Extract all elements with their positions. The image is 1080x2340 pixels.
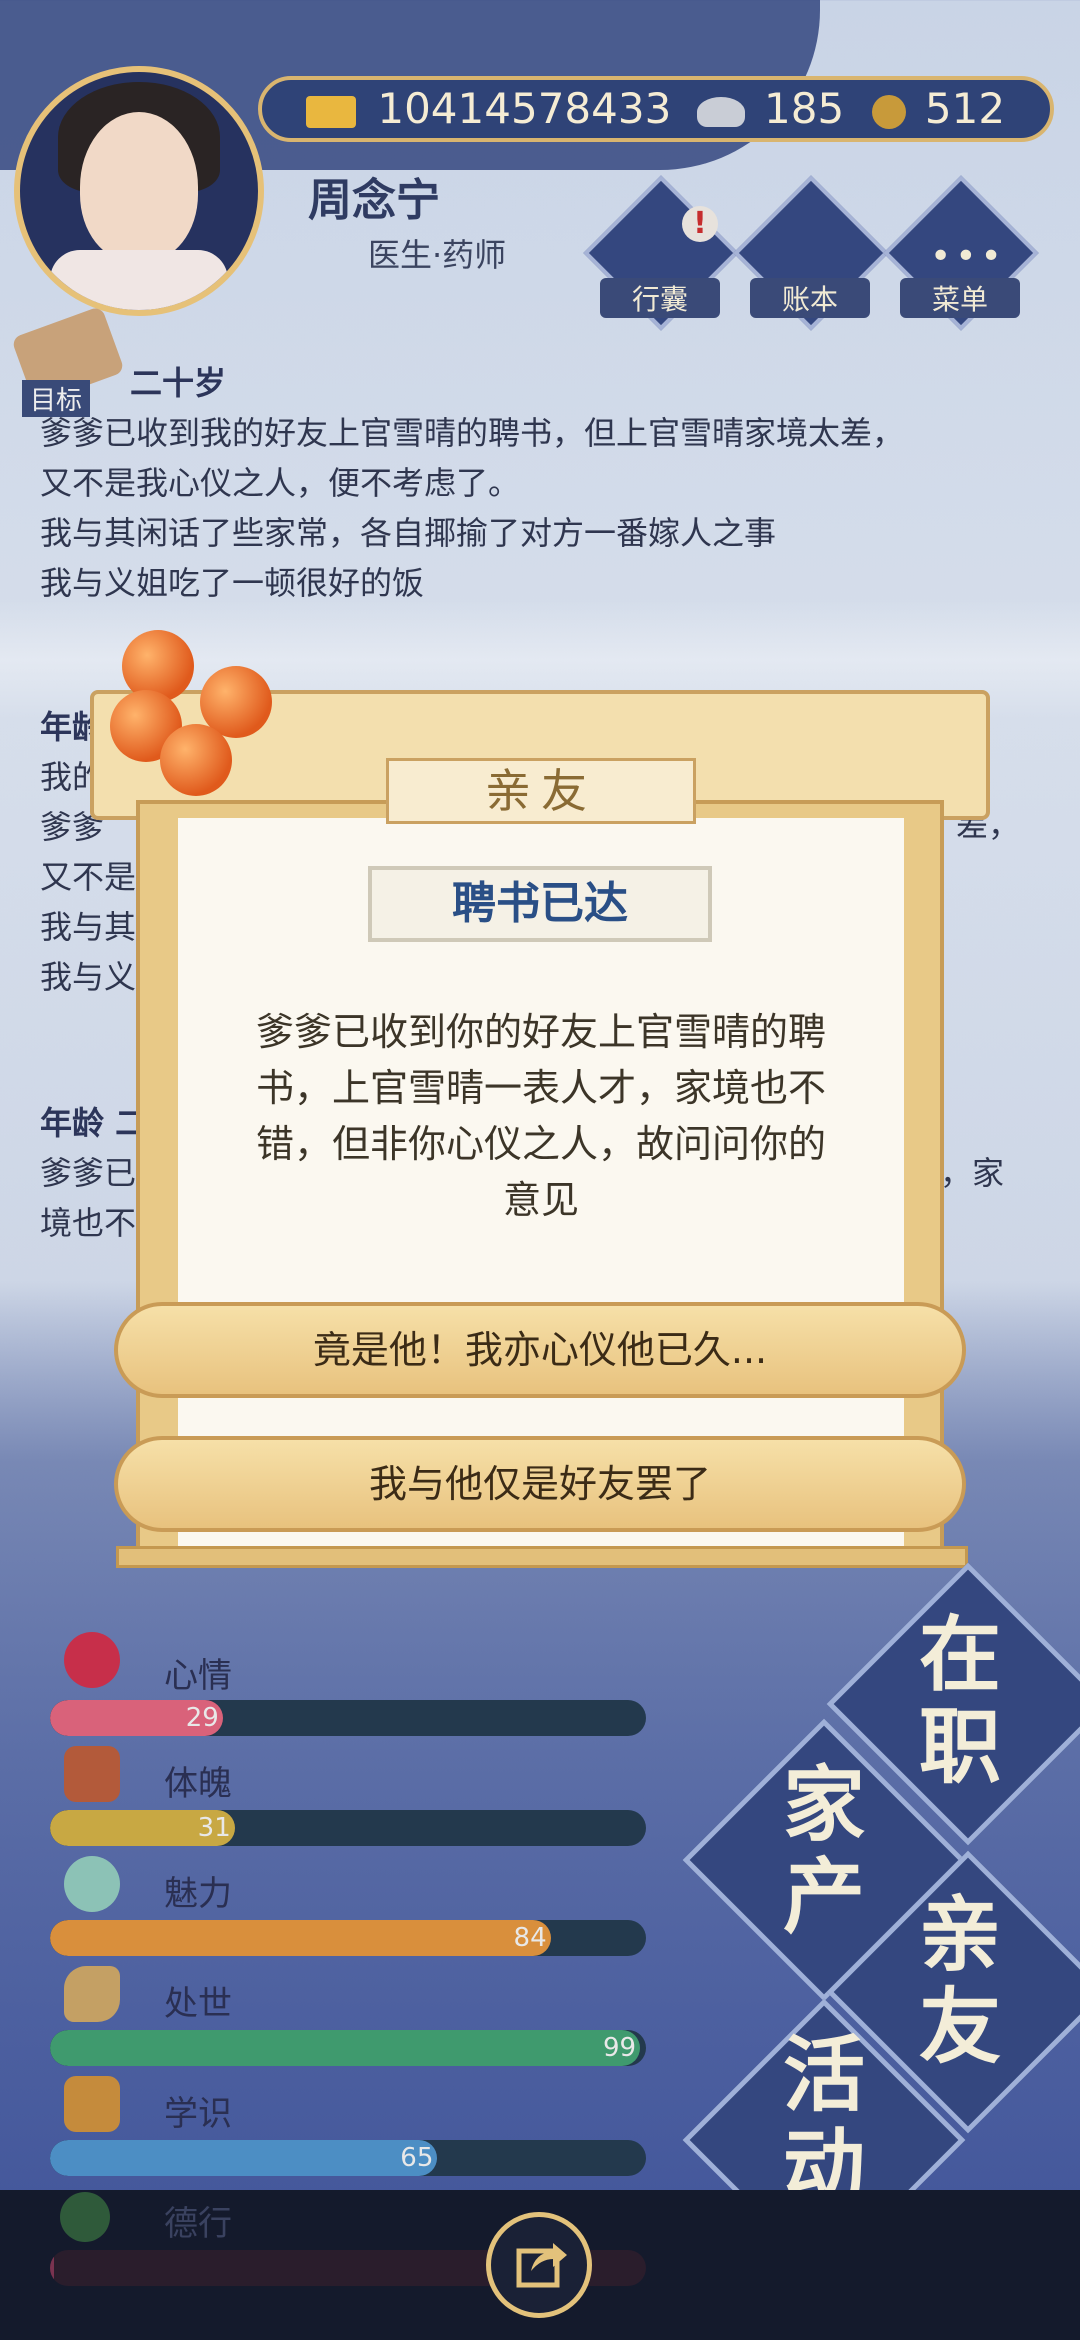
stat-bar-mood: 29 [50,1700,646,1736]
stat-fill-physique: 31 [50,1810,235,1846]
log-line: 爹爹已 [40,1154,137,1192]
coin-amount: 512 [924,84,1006,133]
bag-label: 行囊 [600,278,720,318]
log-entry-3: 年龄 二 爹爹已 境也不 [40,1098,147,1248]
stat-bar-worldly: 99 [50,2030,646,2066]
more-dots-icon: ••• [930,236,1006,277]
stat-fill-knowledge: 65 [50,2140,438,2176]
stat-bar-physique: 31 [50,1810,646,1846]
avatar-body [50,250,228,310]
popup-bottom-rod [116,1546,968,1568]
share-button[interactable] [486,2212,592,2318]
coin-icon [871,94,906,129]
stat-fill-charm: 84 [50,1920,551,1956]
popup-title: 聘书已达 [368,866,712,942]
popup-tab-label: 亲友 [386,758,696,824]
log-line: 爹爹已收到我的好友上官雪晴的聘书，但上官雪晴家境太差， [40,414,905,452]
stat-label-mood: 心情 [164,1656,232,1696]
log-line: ，家 [940,1154,1005,1192]
silver-amount: 185 [764,84,845,133]
log-entry-1: 二十岁 爹爹已收到我的好友上官雪晴的聘书，但上官雪晴家境太差， 又不是我心仪之人… [40,358,904,608]
stat-label-physique: 体魄 [164,1764,232,1804]
section-job-label: 在职 [918,1608,1001,1795]
log-line: 我与义 [40,958,137,996]
log-line: 我与其闲话了些家常，各自揶揄了对方一番嫁人之事 [40,514,777,552]
section-property-label: 家产 [782,1758,865,1945]
flower-icon [64,1632,120,1688]
popup-message-line: 错，但非你心仪之人，故问问你的 [255,1122,826,1166]
choice-decline-button[interactable]: 我与他仅是好友罢了 [114,1436,966,1532]
log-line: 境也不 [40,1204,137,1242]
section-activity-label: 活动 [782,2028,865,2215]
section-friends-label: 亲友 [918,1888,1001,2075]
stat-label-charm: 魅力 [164,1874,232,1914]
stat-bar-knowledge: 65 [50,2140,646,2176]
alert-badge-icon: ! [682,206,718,242]
silver-ingot-icon [696,96,745,127]
avatar-face [80,112,198,262]
virtue-icon [60,2192,110,2242]
log-line: 我与其 [40,908,137,946]
popup-message-line: 书，上官雪晴一表人才，家境也不 [255,1066,826,1110]
stat-label-knowledge: 学识 [164,2094,232,2134]
log-line: 又不是我心仪之人，便不考虑了。 [40,464,521,502]
stat-bar-charm: 84 [50,1920,646,1956]
fan-icon [64,1966,120,2022]
gold-amount: 10414578433 [377,84,672,133]
log-age: 年龄 二 [40,1104,148,1142]
stamina-icon [64,1746,120,1802]
popup-message-line: 意见 [502,1178,579,1222]
resource-bar: 10414578433 185 512 [258,76,1054,142]
player-name: 周念宁 [308,175,440,226]
player-title: 医生·药师 [368,236,507,274]
popup-message: 爹爹已收到你的好友上官雪晴的聘 书，上官雪晴一表人才，家境也不 错，但非你心仪之… [198,1004,884,1228]
stat-label-worldly: 处世 [164,1984,232,2024]
ledger-label: 账本 [750,278,870,318]
player-avatar[interactable] [14,66,264,316]
mirror-icon [64,1856,120,1912]
popup-message-line: 爹爹已收到你的好友上官雪晴的聘 [255,1010,826,1054]
book-box-icon [64,2076,120,2132]
choice-accept-button[interactable]: 竟是他！我亦心仪他已久... [114,1302,966,1398]
stat-fill-mood: 29 [50,1700,223,1736]
log-line: 又不是 [40,858,137,896]
log-age: 二十岁 [130,364,227,402]
share-icon [516,2243,567,2288]
gold-ingot-icon [306,95,356,128]
stat-label-virtue: 德行 [164,2204,232,2244]
menu-label: 菜单 [900,278,1020,318]
stat-fill-worldly: 99 [50,2030,641,2066]
